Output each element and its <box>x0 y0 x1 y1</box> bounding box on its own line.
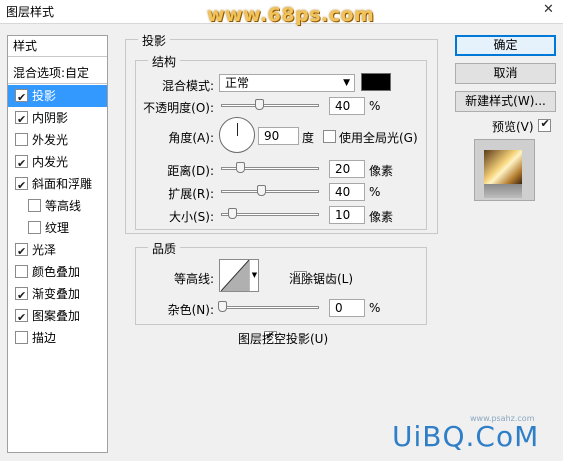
anti-alias-label: 消除锯齿(L) <box>289 272 354 286</box>
style-preview <box>474 139 535 201</box>
style-list-item-label: 投影 <box>32 89 57 103</box>
angle-dial-needle <box>237 123 238 136</box>
knockout-label: 图层挖空投影(U) <box>238 332 329 346</box>
opacity-slider[interactable] <box>221 104 319 107</box>
noise-input[interactable]: 0 <box>329 299 365 317</box>
size-slider-thumb[interactable] <box>228 208 237 219</box>
style-list-item-label: 等高线 <box>45 199 82 213</box>
spread-slider[interactable] <box>221 190 319 193</box>
contour-curve-icon <box>221 260 249 291</box>
global-light-checkbox[interactable] <box>323 130 336 143</box>
size-input[interactable]: 10 <box>329 206 365 224</box>
style-list-item[interactable]: 等高线 <box>8 195 107 217</box>
style-checkbox[interactable] <box>15 153 28 175</box>
style-checkbox[interactable] <box>15 285 28 307</box>
spread-label: 扩展(R): <box>168 187 214 201</box>
blend-mode-value: 正常 <box>225 76 250 90</box>
contour-picker[interactable]: ▼ <box>219 259 259 292</box>
spread-slider-thumb[interactable] <box>257 185 266 196</box>
noise-unit: % <box>369 301 381 315</box>
style-list-item[interactable]: 光泽 <box>8 239 107 263</box>
style-list-item[interactable]: 描边 <box>8 327 107 349</box>
style-list-item-label: 内阴影 <box>32 111 69 125</box>
style-list-item-label: 外发光 <box>32 133 69 147</box>
style-checkbox[interactable] <box>15 331 28 344</box>
watermark-top: www.68ps.com <box>207 4 375 26</box>
style-list-item-label: 描边 <box>32 331 57 345</box>
close-icon[interactable]: ✕ <box>534 0 563 20</box>
distance-unit: 像素 <box>369 164 394 178</box>
spread-unit: % <box>369 185 381 199</box>
style-checkbox[interactable] <box>15 241 28 263</box>
noise-slider-thumb[interactable] <box>218 301 227 312</box>
spread-input[interactable]: 40 <box>329 183 365 201</box>
preview-shadow <box>484 184 522 198</box>
preview-swatch <box>484 150 522 184</box>
distance-label: 距离(D): <box>167 164 214 178</box>
style-list-item[interactable]: 图案叠加 <box>8 305 107 329</box>
size-unit: 像素 <box>369 210 394 224</box>
contour-label: 等高线: <box>173 272 214 286</box>
watermark-bottom: UiBQ.CoM <box>392 420 540 453</box>
cancel-button[interactable]: 取消 <box>455 63 556 84</box>
style-list-item-label: 光泽 <box>32 243 57 257</box>
style-list-item-label: 图案叠加 <box>32 309 81 323</box>
style-checkbox[interactable] <box>15 265 28 278</box>
preview-label: 预览(V) <box>492 120 534 134</box>
opacity-input[interactable]: 40 <box>329 97 365 115</box>
style-checkbox[interactable] <box>15 307 28 329</box>
opacity-unit: % <box>369 99 381 113</box>
title-bar: 图层样式 www.68ps.com ✕ <box>0 0 563 26</box>
distance-slider-thumb[interactable] <box>236 162 245 173</box>
blend-options-item[interactable]: 混合选项:自定 <box>8 63 107 84</box>
blend-mode-select[interactable]: 正常 ▼ <box>219 74 355 92</box>
style-list-item-label: 颜色叠加 <box>32 265 81 279</box>
style-list-item-label: 内发光 <box>32 155 69 169</box>
style-list-item[interactable]: 内发光 <box>8 151 107 175</box>
style-list-header: 样式 <box>8 36 107 57</box>
style-checkbox[interactable] <box>15 133 28 146</box>
style-list-item[interactable]: 斜面和浮雕 <box>8 173 107 197</box>
chevron-down-icon: ▼ <box>249 260 259 291</box>
noise-label: 杂色(N): <box>167 303 214 317</box>
quality-title: 品质 <box>148 240 181 257</box>
size-label: 大小(S): <box>168 210 214 224</box>
style-checkbox[interactable] <box>15 87 28 109</box>
angle-input[interactable]: 90 <box>258 127 299 145</box>
chevron-down-icon: ▼ <box>343 78 350 88</box>
ok-button[interactable]: 确定 <box>455 35 556 56</box>
style-list-item[interactable]: 投影 <box>8 85 107 109</box>
style-list-item-label: 纹理 <box>45 221 70 235</box>
structure-title: 结构 <box>148 53 181 70</box>
distance-input[interactable]: 20 <box>329 160 365 178</box>
style-checkbox[interactable] <box>15 175 28 197</box>
style-checkbox[interactable] <box>15 109 28 131</box>
noise-slider[interactable] <box>221 306 319 309</box>
style-list-item-label: 渐变叠加 <box>32 287 81 301</box>
angle-unit: 度 <box>302 131 315 145</box>
style-list-item[interactable]: 内阴影 <box>8 107 107 131</box>
style-list-item[interactable]: 外发光 <box>8 129 107 151</box>
opacity-slider-thumb[interactable] <box>255 99 264 110</box>
angle-dial[interactable] <box>219 117 255 153</box>
style-checkbox[interactable] <box>28 221 41 234</box>
style-checkbox[interactable] <box>28 199 41 212</box>
opacity-label: 不透明度(O): <box>143 101 214 115</box>
style-list: 样式 混合选项:自定 投影内阴影外发光内发光斜面和浮雕等高线纹理光泽颜色叠加渐变… <box>7 35 108 453</box>
style-list-item[interactable]: 渐变叠加 <box>8 283 107 307</box>
angle-label: 角度(A): <box>168 131 214 145</box>
window-title: 图层样式 <box>6 5 55 19</box>
drop-shadow-title: 投影 <box>138 32 171 49</box>
blend-mode-label: 混合模式: <box>161 79 214 93</box>
new-style-button[interactable]: 新建样式(W)... <box>455 91 556 112</box>
preview-checkbox[interactable] <box>538 117 552 132</box>
global-light-label: 使用全局光(G) <box>339 131 418 145</box>
shadow-color-swatch[interactable] <box>361 73 391 91</box>
style-list-item[interactable]: 颜色叠加 <box>8 261 107 283</box>
style-list-item[interactable]: 纹理 <box>8 217 107 239</box>
style-list-item-label: 斜面和浮雕 <box>32 177 93 191</box>
